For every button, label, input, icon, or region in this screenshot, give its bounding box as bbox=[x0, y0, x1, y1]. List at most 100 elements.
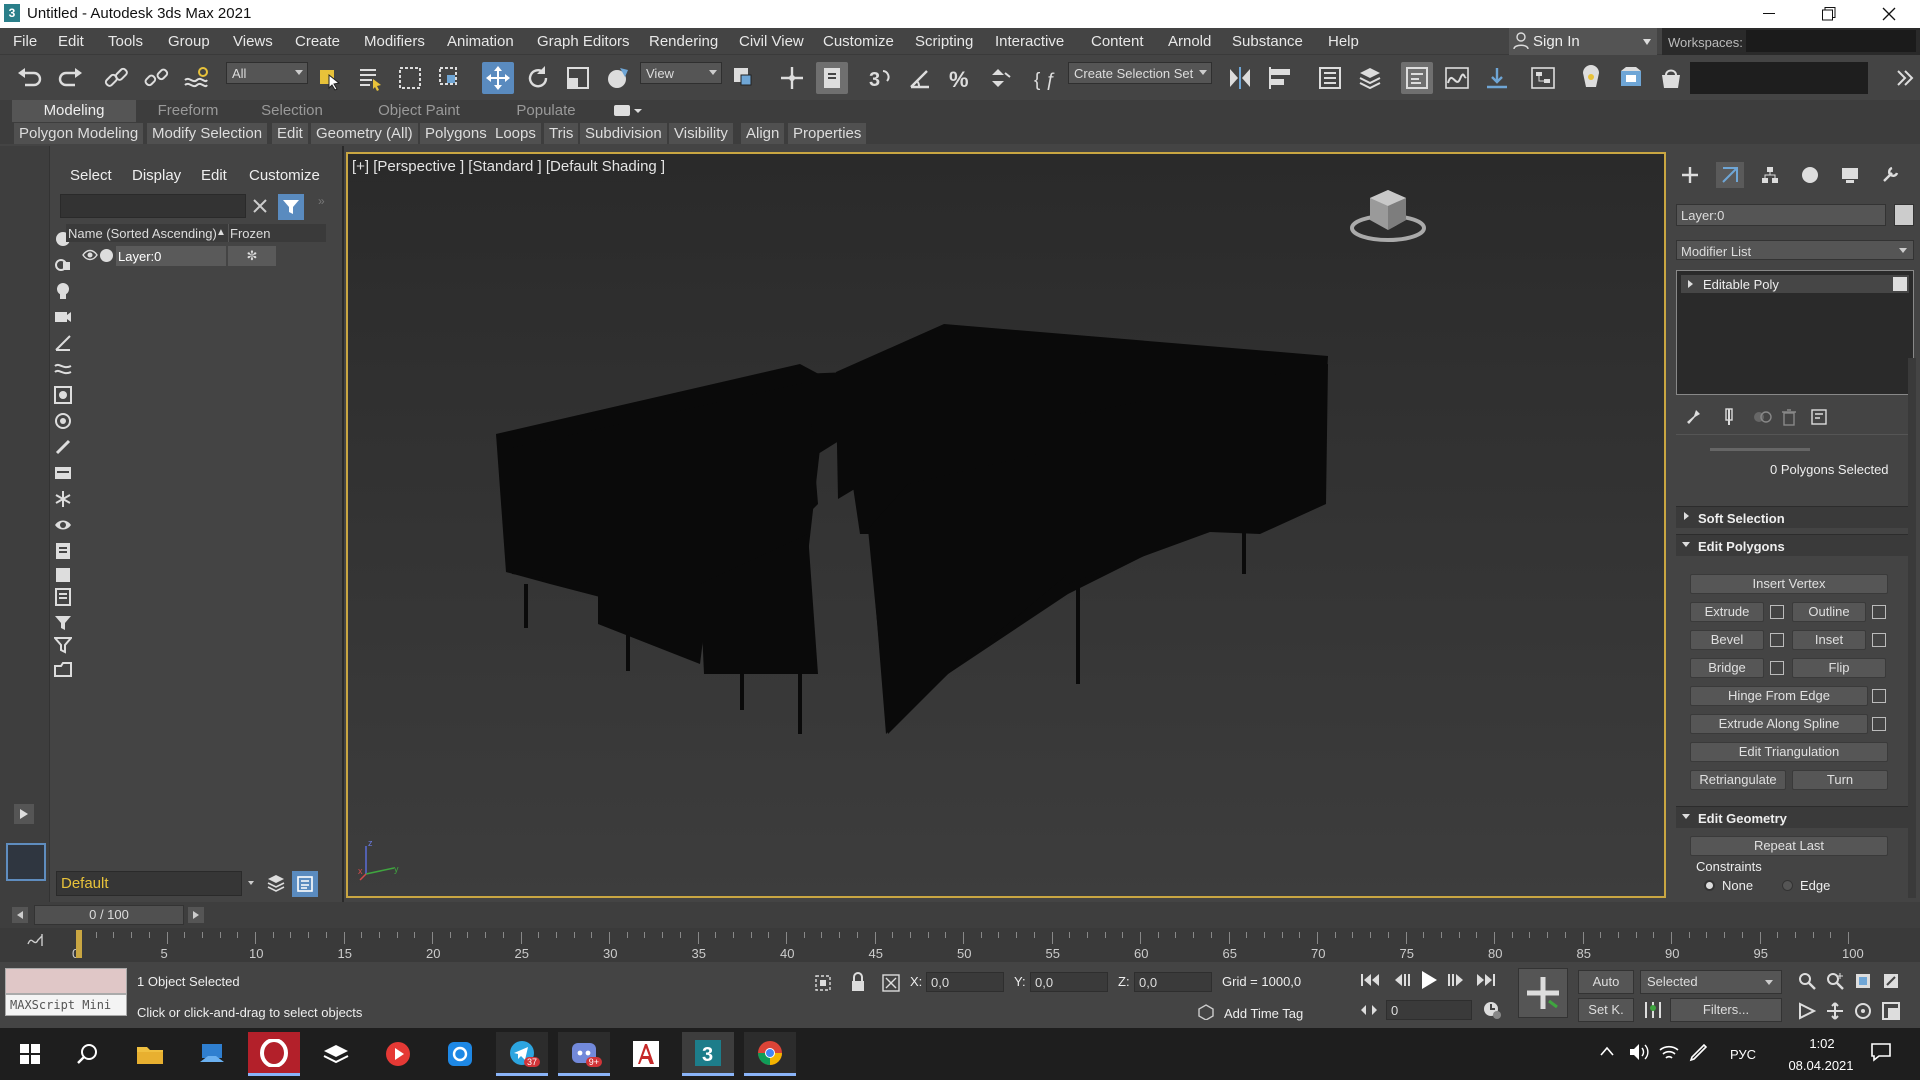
clock-time[interactable]: 1:02 bbox=[1794, 1036, 1850, 1051]
snap-icon[interactable]: 3 bbox=[864, 62, 896, 94]
sign-in-dropdown[interactable]: Sign In bbox=[1509, 28, 1657, 55]
auto-key-button[interactable]: Auto bbox=[1578, 970, 1634, 994]
current-frame-marker[interactable] bbox=[76, 930, 82, 958]
layers-icon[interactable] bbox=[266, 873, 286, 893]
extrude-settings-icon[interactable] bbox=[1770, 605, 1784, 619]
pen-icon[interactable] bbox=[1688, 1042, 1710, 1062]
set-key-big-icon[interactable] bbox=[1518, 968, 1568, 1018]
outline-button[interactable]: Outline bbox=[1792, 602, 1866, 622]
tab-object-paint[interactable]: Object Paint bbox=[364, 100, 474, 122]
opera-icon[interactable] bbox=[248, 1032, 300, 1076]
menu-content[interactable]: Content bbox=[1091, 33, 1144, 50]
extrude-along-spline-button[interactable]: Extrude Along Spline bbox=[1690, 714, 1868, 734]
material-editor-icon[interactable] bbox=[1575, 62, 1607, 94]
scene-explorer-icon[interactable] bbox=[1401, 62, 1433, 94]
filters-button[interactable]: Filters... bbox=[1670, 998, 1782, 1022]
subtab-modify-selection[interactable]: Modify Selection bbox=[147, 123, 268, 144]
subtab-visibility[interactable]: Visibility bbox=[669, 123, 733, 144]
layer-name[interactable]: Layer:0 bbox=[116, 246, 226, 266]
unlink-icon[interactable] bbox=[140, 62, 172, 94]
maximize-viewport-icon[interactable] bbox=[1882, 1002, 1900, 1020]
explorer-menu-customize[interactable]: Customize bbox=[249, 167, 320, 184]
close-icon[interactable] bbox=[1860, 0, 1918, 28]
windows-start-icon[interactable] bbox=[4, 1032, 56, 1076]
perspective-viewport[interactable]: [+] [Perspective ] [Standard ] [Default … bbox=[346, 152, 1666, 898]
column-frozen[interactable]: Frozen bbox=[230, 226, 270, 241]
turn-button[interactable]: Turn bbox=[1792, 770, 1888, 790]
hinge-from-edge-button[interactable]: Hinge From Edge bbox=[1690, 686, 1868, 706]
x-coordinate-field[interactable]: 0,0 bbox=[926, 972, 1004, 992]
input-language[interactable]: РУС bbox=[1730, 1047, 1756, 1062]
outline-settings-icon[interactable] bbox=[1872, 605, 1886, 619]
subtab-polygons[interactable]: Polygons bbox=[420, 123, 492, 144]
edit-named-sets-icon[interactable]: { ƒ bbox=[1030, 62, 1062, 94]
object-name-field[interactable]: Layer:0 bbox=[1676, 204, 1886, 226]
menu-animation[interactable]: Animation bbox=[447, 33, 514, 50]
insert-vertex-button[interactable]: Insert Vertex bbox=[1690, 574, 1888, 594]
spinner-snap-icon[interactable] bbox=[984, 62, 1016, 94]
orbit-icon[interactable] bbox=[1854, 1002, 1872, 1020]
menu-graph-editors[interactable]: Graph Editors bbox=[537, 33, 630, 50]
network-icon[interactable] bbox=[1658, 1042, 1680, 1062]
explorer-collapse-icon[interactable]: » bbox=[318, 194, 325, 208]
select-object-icon[interactable] bbox=[314, 62, 346, 94]
rotate-icon[interactable] bbox=[522, 62, 554, 94]
mirror-icon[interactable] bbox=[1224, 62, 1256, 94]
filter-children-icon[interactable] bbox=[54, 614, 72, 632]
subtab-tris[interactable]: Tris bbox=[544, 123, 579, 144]
rollout-edit-geometry[interactable]: Edit Geometry bbox=[1676, 806, 1910, 828]
display-helpers-icon[interactable] bbox=[54, 334, 72, 352]
select-manipulate-icon[interactable] bbox=[776, 62, 808, 94]
add-time-tag[interactable]: Add Time Tag bbox=[1224, 1006, 1303, 1021]
bind-spacewarp-icon[interactable] bbox=[180, 62, 212, 94]
stack-app-icon[interactable] bbox=[310, 1032, 362, 1076]
discord-icon[interactable]: 9+ bbox=[558, 1032, 610, 1076]
hinge-settings-icon[interactable] bbox=[1872, 689, 1886, 703]
media-player-icon[interactable] bbox=[372, 1032, 424, 1076]
menu-views[interactable]: Views bbox=[233, 33, 273, 50]
select-by-name-icon[interactable] bbox=[354, 62, 386, 94]
link-icon[interactable] bbox=[100, 62, 132, 94]
place-icon[interactable] bbox=[602, 62, 634, 94]
menu-file[interactable]: File bbox=[13, 33, 37, 50]
desktop-app-icon[interactable] bbox=[186, 1032, 238, 1076]
filter-icon[interactable] bbox=[278, 194, 304, 220]
display-lights-icon[interactable] bbox=[54, 282, 72, 300]
menu-tools[interactable]: Tools bbox=[108, 33, 143, 50]
expand-layout-icon[interactable] bbox=[14, 804, 34, 824]
bevel-button[interactable]: Bevel bbox=[1690, 630, 1764, 650]
tab-populate[interactable]: Populate bbox=[494, 100, 598, 122]
menu-create[interactable]: Create bbox=[295, 33, 340, 50]
selection-filter-dropdown[interactable]: All bbox=[226, 62, 308, 84]
expand-triangle-icon[interactable] bbox=[1688, 280, 1693, 288]
file-explorer-icon[interactable] bbox=[124, 1032, 176, 1076]
menu-scripting[interactable]: Scripting bbox=[915, 33, 973, 50]
show-end-result-icon[interactable] bbox=[1720, 408, 1738, 426]
maximize-icon[interactable] bbox=[1800, 0, 1858, 28]
display-bones-icon[interactable] bbox=[54, 438, 72, 456]
constraint-edge-radio[interactable] bbox=[1782, 880, 1793, 891]
subtab-align[interactable]: Align bbox=[741, 123, 785, 144]
display-frozen-icon[interactable] bbox=[54, 490, 72, 508]
subtab-subdivision[interactable]: Subdivision bbox=[580, 123, 667, 144]
scene-explorer-toggle-icon[interactable] bbox=[292, 871, 318, 897]
create-panel-icon[interactable] bbox=[1676, 162, 1704, 188]
menu-arnold[interactable]: Arnold bbox=[1168, 33, 1211, 50]
expand-icon[interactable] bbox=[1888, 62, 1920, 94]
scale-icon[interactable] bbox=[562, 62, 594, 94]
tray-chevron-icon[interactable] bbox=[1600, 1046, 1614, 1056]
edit-triangulation-button[interactable]: Edit Triangulation bbox=[1690, 742, 1888, 762]
clock-date[interactable]: 08.04.2021 bbox=[1776, 1058, 1866, 1073]
display-spacewarps-icon[interactable] bbox=[54, 360, 72, 378]
display-containers-icon[interactable] bbox=[54, 464, 72, 482]
pan-icon[interactable] bbox=[1826, 1002, 1844, 1020]
inset-settings-icon[interactable] bbox=[1872, 633, 1886, 647]
subtab-properties[interactable]: Properties bbox=[788, 123, 867, 144]
telegram-icon[interactable]: 37 bbox=[496, 1032, 548, 1076]
toggle-layer-icon[interactable] bbox=[1354, 62, 1386, 94]
motion-panel-icon[interactable] bbox=[1796, 162, 1824, 188]
frozen-icon[interactable]: ✼ bbox=[228, 246, 276, 266]
isolate-selection-icon[interactable] bbox=[814, 974, 832, 992]
reference-coord-dropdown[interactable]: View bbox=[640, 62, 722, 84]
display-hidden-icon[interactable] bbox=[54, 516, 72, 534]
